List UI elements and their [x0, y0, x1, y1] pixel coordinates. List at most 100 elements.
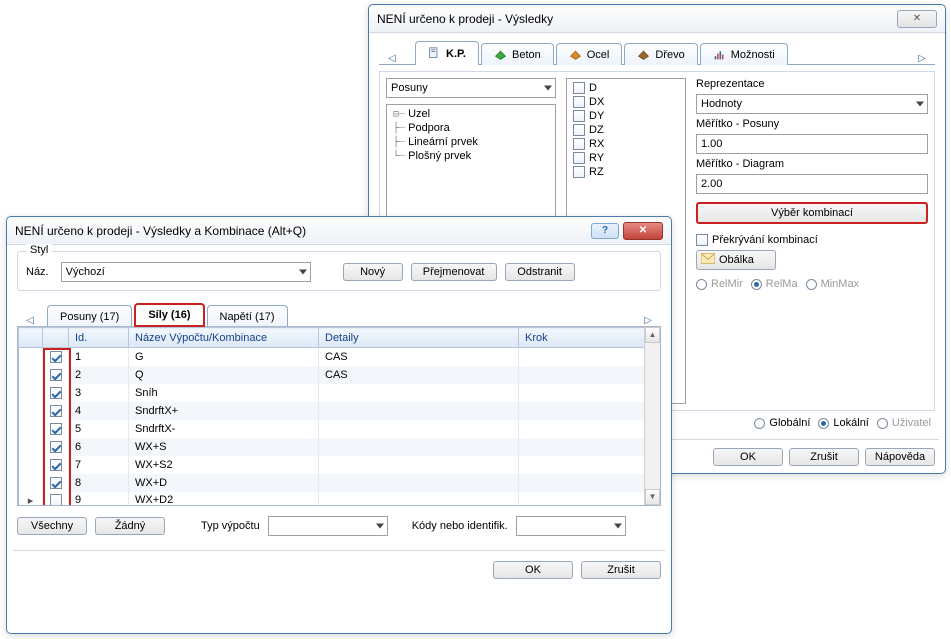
row-step	[519, 348, 660, 366]
rename-style-button[interactable]: Přejmenovat	[411, 263, 497, 281]
row-marker	[19, 348, 43, 366]
dof-item[interactable]: DY	[571, 109, 681, 123]
document-icon	[428, 47, 441, 60]
new-style-button[interactable]: Nový	[343, 263, 403, 281]
tab-scroll-left[interactable]: ◁	[23, 315, 37, 326]
scale-displacements-label: Měřítko - Posuny	[696, 118, 928, 130]
row-checkbox[interactable]	[43, 384, 69, 402]
row-checkbox[interactable]	[43, 438, 69, 456]
dof-item[interactable]: DX	[571, 95, 681, 109]
row-details	[319, 492, 519, 507]
cancel-button[interactable]: Zrušit	[581, 561, 661, 579]
row-step	[519, 384, 660, 402]
tab-scroll-left[interactable]: ◁	[385, 53, 399, 64]
cancel-button[interactable]: Zrušit	[789, 448, 859, 466]
row-checkbox[interactable]	[43, 474, 69, 492]
col-step[interactable]: Krok	[519, 328, 660, 348]
table-row[interactable]: ▸9WX+D2	[19, 492, 660, 507]
row-name: WX+D	[129, 474, 319, 492]
tab-drevo[interactable]: Dřevo	[624, 43, 697, 65]
representation-combo[interactable]: Hodnoty	[696, 94, 928, 114]
result-type-combo[interactable]: Posuny	[386, 78, 556, 98]
close-button[interactable]: ✕	[623, 222, 663, 240]
ok-button[interactable]: OK	[493, 561, 573, 579]
tab-scroll-right[interactable]: ▷	[641, 315, 655, 326]
table-row[interactable]: 4SndrftX+	[19, 402, 660, 420]
combinations-titlebar: NENÍ určeno k prodeji - Výsledky a Kombi…	[7, 217, 671, 245]
row-name: Q	[129, 366, 319, 384]
row-name: G	[129, 348, 319, 366]
dof-item[interactable]: RY	[571, 151, 681, 165]
col-checkbox[interactable]	[43, 328, 69, 348]
ok-button[interactable]: OK	[713, 448, 783, 466]
row-marker	[19, 366, 43, 384]
tab-moznosti[interactable]: Možnosti	[700, 43, 788, 65]
delete-style-button[interactable]: Odstranit	[505, 263, 575, 281]
checkbox-icon	[50, 423, 62, 435]
scroll-up-button[interactable]: ▲	[645, 327, 660, 343]
dof-item[interactable]: RX	[571, 137, 681, 151]
dof-item[interactable]: RZ	[571, 165, 681, 179]
row-details	[319, 438, 519, 456]
scroll-down-button[interactable]: ▼	[645, 489, 660, 505]
tab-posuny[interactable]: Posuny (17)	[47, 305, 132, 327]
help-button[interactable]: ?	[591, 223, 619, 239]
col-details[interactable]: Detaily	[319, 328, 519, 348]
row-checkbox[interactable]	[43, 402, 69, 420]
table-row[interactable]: 3Sníh	[19, 384, 660, 402]
tab-sily[interactable]: Síly (16)	[134, 303, 204, 327]
style-name-combo[interactable]: Výchozí	[61, 262, 311, 282]
select-none-button[interactable]: Žádný	[95, 517, 165, 535]
row-checkbox[interactable]	[43, 492, 69, 507]
col-name[interactable]: Název Výpočtu/Kombinace	[129, 328, 319, 348]
row-step	[519, 402, 660, 420]
row-checkbox[interactable]	[43, 348, 69, 366]
checkbox-icon	[50, 369, 62, 381]
dof-item[interactable]: DZ	[571, 123, 681, 137]
table-row[interactable]: 2QCAS	[19, 366, 660, 384]
local-axes-radio[interactable]: Lokální	[818, 417, 868, 429]
row-marker	[19, 384, 43, 402]
select-combinations-button[interactable]: Výběr kombinací	[696, 202, 928, 224]
row-id: 7	[69, 456, 129, 474]
row-name: WX+S2	[129, 456, 319, 474]
table-row[interactable]: 6WX+S	[19, 438, 660, 456]
combinations-grid[interactable]: Id. Název Výpočtu/Kombinace Detaily Krok…	[17, 326, 661, 506]
scale-displacements-input[interactable]: 1.00	[696, 134, 928, 154]
close-button[interactable]: ✕	[897, 10, 937, 28]
col-id[interactable]: Id.	[69, 328, 129, 348]
row-checkbox[interactable]	[43, 420, 69, 438]
row-marker: ▸	[19, 492, 43, 507]
select-all-button[interactable]: Všechny	[17, 517, 87, 535]
row-checkbox[interactable]	[43, 456, 69, 474]
envelope-button[interactable]: Obálka	[696, 250, 776, 270]
checkbox-icon	[50, 351, 62, 363]
row-marker	[19, 456, 43, 474]
row-name: Sníh	[129, 384, 319, 402]
grid-scrollbar[interactable]: ▲ ▼	[644, 327, 660, 505]
tab-beton[interactable]: Beton	[481, 43, 554, 65]
table-row[interactable]: 7WX+S2	[19, 456, 660, 474]
representation-label: Reprezentace	[696, 78, 928, 90]
wood-icon	[637, 48, 650, 61]
row-details	[319, 402, 519, 420]
table-row[interactable]: 5 SndrftX-	[19, 420, 660, 438]
help-button[interactable]: Nápověda	[865, 448, 935, 466]
tab-scroll-right[interactable]: ▷	[915, 53, 929, 64]
table-row[interactable]: 1GCAS	[19, 348, 660, 366]
calc-type-combo[interactable]	[268, 516, 388, 536]
overlap-combinations-checkbox[interactable]: Překrývání kombinací	[696, 234, 928, 246]
global-axes-radio[interactable]: Globální	[754, 417, 810, 429]
dof-item[interactable]: D	[571, 81, 681, 95]
table-row[interactable]: 8WX+D	[19, 474, 660, 492]
row-marker	[19, 402, 43, 420]
tab-ocel[interactable]: Ocel	[556, 43, 623, 65]
tab-kp[interactable]: K.P.	[415, 41, 479, 65]
row-details	[319, 384, 519, 402]
tab-napeti[interactable]: Napětí (17)	[207, 305, 288, 327]
row-step	[519, 420, 660, 438]
row-details	[319, 456, 519, 474]
codes-combo[interactable]	[516, 516, 626, 536]
row-checkbox[interactable]	[43, 366, 69, 384]
scale-diagram-input[interactable]: 2.00	[696, 174, 928, 194]
